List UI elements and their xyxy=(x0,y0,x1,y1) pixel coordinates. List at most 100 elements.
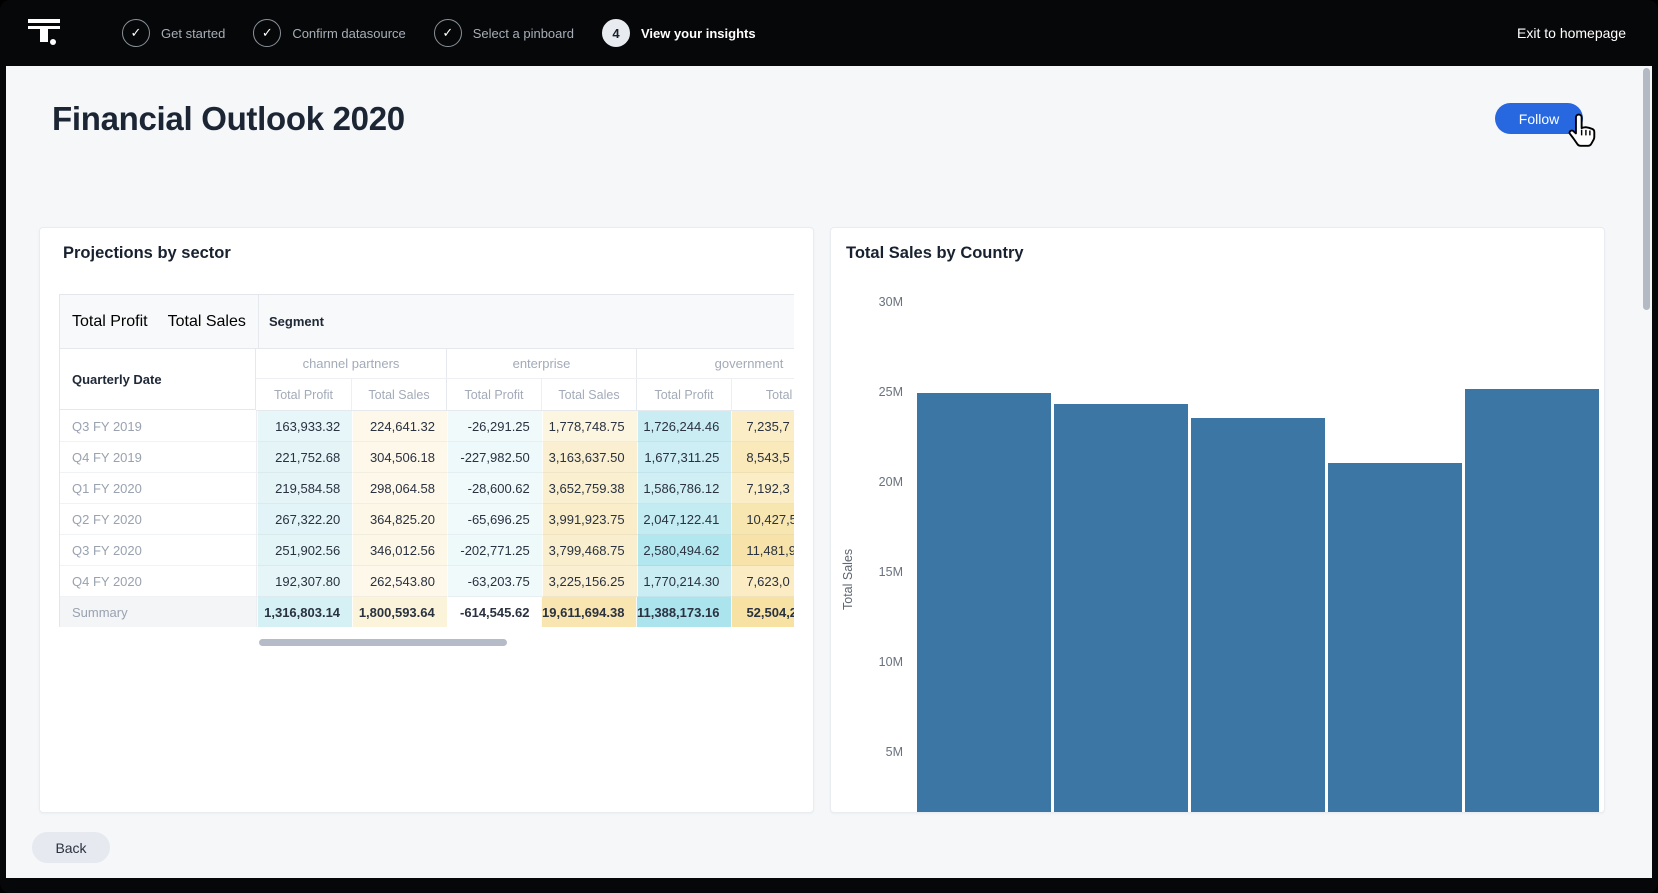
row-label: Q2 FY 2020 xyxy=(60,504,257,535)
measure-header: Total Profit xyxy=(256,379,351,410)
corner-header-label: Total Profit xyxy=(72,313,148,331)
chart-bar[interactable] xyxy=(1191,418,1325,812)
table-cell[interactable]: 163,933.32 xyxy=(257,411,352,442)
step-label: Confirm datasource xyxy=(292,26,405,41)
table-cell[interactable]: 304,506.18 xyxy=(352,442,447,473)
table-row: Q3 FY 2020251,902.56346,012.56-202,771.2… xyxy=(60,535,794,566)
table-cell[interactable]: 3,991,923.75 xyxy=(542,504,637,535)
table-row: Q4 FY 2020192,307.80262,543.80-63,203.75… xyxy=(60,566,794,597)
page-vertical-scrollbar-thumb[interactable] xyxy=(1643,68,1650,310)
wizard-step[interactable]: ✓Select a pinboard xyxy=(434,19,574,47)
table-cell[interactable]: 3,163,637.50 xyxy=(542,442,637,473)
check-icon: ✓ xyxy=(253,19,281,47)
row-axis-header: Quarterly Date xyxy=(60,349,256,410)
table-cell[interactable]: 3,799,468.75 xyxy=(542,535,637,566)
table-subheader-rows: Quarterly Datechannel partnersenterprise… xyxy=(60,349,794,411)
y-axis-tick-label: 5M xyxy=(859,745,903,759)
table-cell[interactable]: 1,677,311.25 xyxy=(637,442,732,473)
table-cell[interactable]: 19,611,694.38 xyxy=(541,597,636,627)
wizard-topbar: ✓ Get started ✓ Confirm datasource ✓Select a… xyxy=(0,0,1658,66)
table-cell[interactable]: 11,388,173.16 xyxy=(636,597,731,627)
table-cell[interactable]: 298,064.58 xyxy=(352,473,447,504)
column-headers: channel partnersenterprisegovernmentTota… xyxy=(256,349,794,411)
step-label: Get started xyxy=(161,26,225,41)
table-cell[interactable]: -26,291.25 xyxy=(447,411,542,442)
table-cell[interactable]: 8,543,5 xyxy=(731,442,794,473)
table-cell[interactable]: 2,580,494.62 xyxy=(637,535,732,566)
table-cell[interactable]: 11,481,9 xyxy=(731,535,794,566)
chart-card: Total Sales by Country Total Sales 30M25… xyxy=(830,227,1605,813)
follow-button[interactable]: Follow xyxy=(1495,103,1583,134)
table-row: Summary1,316,803.141,800,593.64-614,545.… xyxy=(60,597,794,627)
table-cell[interactable]: -28,600.62 xyxy=(447,473,542,504)
measure-header: Total Sales xyxy=(731,379,794,410)
table-cell[interactable]: 3,652,759.38 xyxy=(542,473,637,504)
table-cell[interactable]: 1,778,748.75 xyxy=(542,411,637,442)
window-frame: ✓ Get started ✓ Confirm datasource ✓Select a… xyxy=(0,0,1658,893)
row-label: Q4 FY 2019 xyxy=(60,442,257,473)
table-cell[interactable]: 1,316,803.14 xyxy=(257,597,352,627)
table-cell[interactable]: 1,770,214.30 xyxy=(637,566,732,597)
row-label: Q3 FY 2019 xyxy=(60,411,257,442)
wizard-step[interactable]: ✓ Get started xyxy=(122,19,225,47)
corner-headers: Total Profit Total Sales xyxy=(60,295,258,348)
step-label: View your insights xyxy=(641,26,756,41)
wizard-step[interactable]: ✓ Confirm datasource xyxy=(253,19,405,47)
pivot-table: Total ProfitTotal SalesSegmentQuarterly … xyxy=(59,294,794,627)
group-header: enterprise xyxy=(446,349,636,378)
table-cell[interactable]: -202,771.25 xyxy=(447,535,542,566)
table-cell[interactable]: -227,982.50 xyxy=(447,442,542,473)
measure-header: Total Sales xyxy=(351,379,446,410)
table-cell[interactable]: 1,726,244.46 xyxy=(637,411,732,442)
row-label: Summary xyxy=(60,597,257,627)
table-cell[interactable]: 219,584.58 xyxy=(257,473,352,504)
table-row: Q3 FY 2019163,933.32224,641.32-26,291.25… xyxy=(60,411,794,442)
chart-bar[interactable] xyxy=(1054,404,1188,812)
table-header-row: Total ProfitTotal SalesSegment xyxy=(60,295,794,349)
y-axis-tick-label: 20M xyxy=(859,475,903,489)
corner-header-label: Total Sales xyxy=(168,313,246,331)
table-cell[interactable]: 346,012.56 xyxy=(352,535,447,566)
page-title: Financial Outlook 2020 xyxy=(52,100,405,138)
table-cell[interactable]: -63,203.75 xyxy=(447,566,542,597)
exit-to-homepage-link[interactable]: Exit to homepage xyxy=(1517,25,1626,41)
step-label: Select a pinboard xyxy=(473,26,574,41)
table-cell[interactable]: 52,504,2 xyxy=(731,597,794,627)
thoughtspot-logo-icon xyxy=(28,18,62,48)
table-cell[interactable]: 364,825.20 xyxy=(352,504,447,535)
chart-bar[interactable] xyxy=(917,393,1051,812)
check-icon: ✓ xyxy=(122,19,150,47)
back-button[interactable]: Back xyxy=(32,832,110,863)
chart-bar[interactable] xyxy=(1328,463,1462,812)
table-cell[interactable]: 3,225,156.25 xyxy=(542,566,637,597)
table-cell[interactable]: 192,307.80 xyxy=(257,566,352,597)
table-cell[interactable]: 1,800,593.64 xyxy=(352,597,447,627)
page-content: Financial Outlook 2020 Follow Projection… xyxy=(6,66,1652,878)
measure-header: Total Sales xyxy=(541,379,636,410)
measure-header: Total Profit xyxy=(446,379,541,410)
table-cell[interactable]: 7,192,3 xyxy=(731,473,794,504)
table-cell[interactable]: 262,543.80 xyxy=(352,566,447,597)
table-cell[interactable]: 7,235,7 xyxy=(731,411,794,442)
y-axis-tick-label: 10M xyxy=(859,655,903,669)
table-cell[interactable]: 221,752.68 xyxy=(257,442,352,473)
table-cell[interactable]: 7,623,0 xyxy=(731,566,794,597)
table-cell[interactable]: 2,047,122.41 xyxy=(637,504,732,535)
table-row: Q1 FY 2020219,584.58298,064.58-28,600.62… xyxy=(60,473,794,504)
table-cell[interactable]: 267,322.20 xyxy=(257,504,352,535)
wizard-step[interactable]: 4 View your insights xyxy=(602,19,756,47)
table-cell[interactable]: 224,641.32 xyxy=(352,411,447,442)
table-row: Q2 FY 2020267,322.20364,825.20-65,696.25… xyxy=(60,504,794,535)
table-cell[interactable]: 251,902.56 xyxy=(257,535,352,566)
chart-bar[interactable] xyxy=(1465,389,1599,812)
y-axis-tick-label: 25M xyxy=(859,385,903,399)
step-number: 4 xyxy=(602,19,630,47)
table-horizontal-scrollbar-thumb[interactable] xyxy=(259,639,507,646)
table-cell[interactable]: 1,586,786.12 xyxy=(637,473,732,504)
measure-header: Total Profit xyxy=(636,379,731,410)
y-axis-tick-label: 30M xyxy=(859,295,903,309)
table-cell[interactable]: 10,427,5 xyxy=(731,504,794,535)
table-cell[interactable]: -65,696.25 xyxy=(447,504,542,535)
table-cell[interactable]: -614,545.62 xyxy=(447,597,542,627)
y-axis-label: Total Sales xyxy=(841,514,857,644)
